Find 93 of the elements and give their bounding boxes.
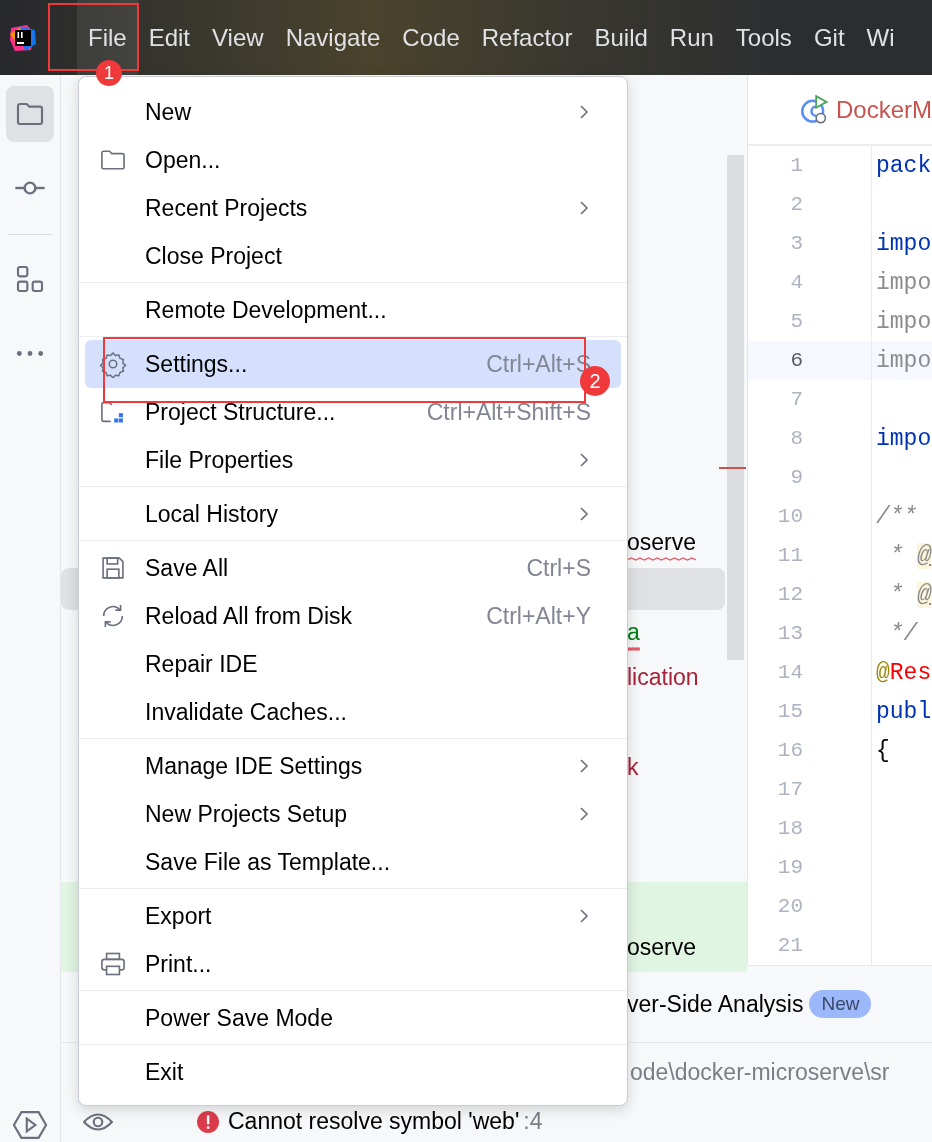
tree-item[interactable]: oserve bbox=[627, 528, 697, 561]
code-text: */ bbox=[888, 620, 918, 647]
more-icon bbox=[16, 349, 44, 357]
save-icon bbox=[99, 554, 127, 582]
scrollbar[interactable] bbox=[727, 155, 744, 660]
code-text: impo bbox=[876, 425, 932, 452]
line-number: 10 bbox=[776, 505, 803, 528]
menu-item[interactable]: New bbox=[85, 88, 621, 136]
line-number: 9 bbox=[789, 466, 803, 489]
menu-item[interactable]: Export bbox=[85, 892, 621, 940]
menu-bar-item[interactable]: Code bbox=[391, 0, 471, 75]
analysis-label: ver-Side Analysis bbox=[627, 990, 804, 1018]
line-number: 15 bbox=[776, 700, 803, 723]
app-logo-icon[interactable] bbox=[9, 23, 37, 52]
menu-item[interactable]: Reload All from Disk Ctrl+Alt+Y bbox=[85, 592, 621, 640]
error-squiggle bbox=[627, 556, 697, 561]
menu-item[interactable]: Manage IDE Settings bbox=[85, 742, 621, 790]
problem-message[interactable]: Cannot resolve symbol 'web' bbox=[228, 1108, 520, 1135]
menu-item[interactable]: Power Save Mode bbox=[85, 994, 621, 1042]
code-text: { bbox=[876, 737, 890, 764]
editor-tab[interactable]: DockerM bbox=[800, 94, 932, 125]
line-number: 3 bbox=[789, 232, 803, 255]
line-number: 18 bbox=[776, 817, 803, 840]
line-number: 2 bbox=[789, 193, 803, 216]
line-number: 6 bbox=[789, 349, 803, 372]
menu-item[interactable]: Save File as Template... bbox=[85, 838, 621, 886]
class-run-icon bbox=[800, 94, 830, 125]
menu-item[interactable]: Invalidate Caches... bbox=[85, 688, 621, 736]
menu-item[interactable]: Open... bbox=[85, 136, 621, 184]
line-number: 17 bbox=[776, 778, 803, 801]
menu-bar-item[interactable]: Refactor bbox=[470, 0, 584, 75]
tree-item[interactable]: k bbox=[627, 753, 639, 786]
menu-item[interactable]: Print... bbox=[85, 940, 621, 988]
printer-icon bbox=[99, 950, 127, 978]
error-icon bbox=[197, 1110, 219, 1133]
shortcut-text: Ctrl+S bbox=[526, 554, 591, 582]
menu-item[interactable]: Exit bbox=[85, 1048, 621, 1096]
menu-item[interactable]: Save All Ctrl+S bbox=[85, 544, 621, 592]
structure-icon bbox=[14, 263, 46, 295]
settings-icon bbox=[99, 350, 127, 378]
shortcut-text: Ctrl+Alt+Y bbox=[486, 602, 591, 630]
tree-item[interactable]: lication bbox=[627, 663, 699, 696]
menu-item[interactable]: Local History bbox=[85, 490, 621, 538]
line-number: 12 bbox=[776, 583, 803, 606]
line-number: 20 bbox=[776, 895, 803, 918]
line-number: 21 bbox=[776, 934, 803, 957]
menu-item[interactable]: Remote Development... bbox=[85, 286, 621, 334]
line-number: 19 bbox=[776, 856, 803, 879]
code-text: @ bbox=[876, 659, 890, 686]
menu-bar-item[interactable]: View bbox=[201, 0, 275, 75]
line-number: 16 bbox=[776, 739, 803, 762]
menu-bar-item[interactable]: Run bbox=[658, 0, 725, 75]
code-text: impo bbox=[876, 269, 932, 296]
code-text: /** bbox=[876, 503, 918, 530]
new-badge: New bbox=[809, 990, 872, 1018]
code-text: * bbox=[888, 542, 905, 569]
error-squiggle bbox=[627, 646, 640, 651]
run-icon[interactable] bbox=[11, 1110, 49, 1140]
menu-item[interactable]: Close Project bbox=[85, 232, 621, 280]
code-text: impo bbox=[876, 347, 932, 374]
line-number: 8 bbox=[789, 427, 803, 450]
line-number: 5 bbox=[789, 310, 803, 333]
code-text: pack bbox=[876, 152, 932, 179]
code-text: * bbox=[888, 581, 905, 608]
code-text: @ bbox=[917, 542, 932, 569]
line-number: 1 bbox=[789, 154, 803, 177]
menu-bar-item[interactable]: Edit bbox=[137, 0, 202, 75]
menu-bar-item[interactable]: Tools bbox=[724, 0, 803, 75]
problem-location: :4 bbox=[523, 1108, 543, 1135]
file-path: ode\docker-microserve\sr bbox=[630, 1058, 890, 1086]
line-number: 7 bbox=[789, 388, 803, 411]
menu-item[interactable]: Recent Projects bbox=[85, 184, 621, 232]
shortcut-text: Ctrl+Alt+Shift+S bbox=[426, 398, 591, 426]
code-text: publ bbox=[876, 698, 932, 725]
line-number: 13 bbox=[776, 622, 803, 645]
code-text: impo bbox=[876, 308, 932, 335]
menu-bar-item[interactable]: Wi bbox=[855, 0, 906, 75]
line-number: 4 bbox=[789, 271, 803, 294]
code-text: @ bbox=[917, 581, 932, 608]
menu-bar-item[interactable]: Git bbox=[802, 0, 856, 75]
project-tool-button[interactable] bbox=[6, 86, 54, 142]
menu-item[interactable]: Repair IDE bbox=[85, 640, 621, 688]
line-number: 14 bbox=[776, 661, 803, 684]
line-number: 11 bbox=[776, 544, 803, 567]
tree-item[interactable]: a bbox=[627, 618, 640, 651]
code-text: impo bbox=[876, 230, 932, 257]
menu-item[interactable]: New Projects Setup bbox=[85, 790, 621, 838]
menu-bar-item[interactable]: Navigate bbox=[274, 0, 392, 75]
tree-item[interactable]: oserve bbox=[627, 933, 697, 966]
menu-item[interactable]: File Properties bbox=[85, 436, 621, 484]
code-text: Res bbox=[889, 659, 932, 686]
menu-bar-item[interactable]: Build bbox=[583, 0, 659, 75]
eye-icon[interactable] bbox=[83, 1110, 113, 1133]
